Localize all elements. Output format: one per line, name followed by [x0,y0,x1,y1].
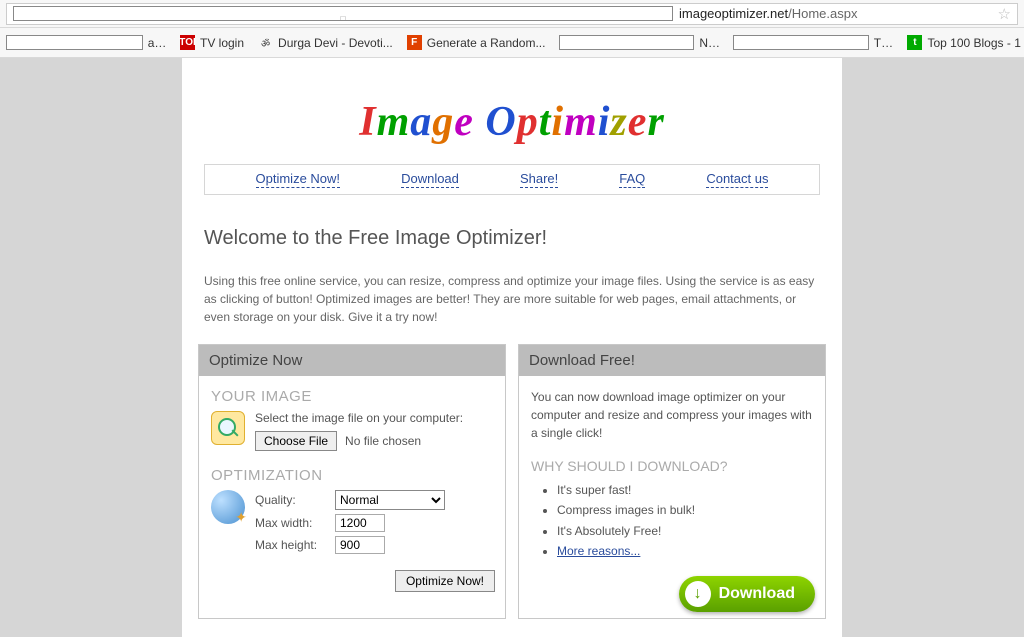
optimization-heading: OPTIMIZATION [211,467,493,484]
optimize-panel-body: YOUR IMAGE Select the image file on your… [199,376,505,570]
bookmark-star-icon[interactable]: ☆ [998,5,1011,23]
quality-label: Quality: [255,493,327,507]
toi-icon: TOI [180,35,195,50]
bookmark-item[interactable]: F Generate a Random... [407,35,546,50]
viewport: Image Optimizer Optimize Now! Download S… [0,58,1024,637]
more-reasons-link[interactable]: More reasons... [557,544,640,558]
reasons-list: It's super fast! Compress images in bulk… [531,480,813,562]
list-item: Compress images in bulk! [557,500,813,520]
list-item: It's super fast! [557,480,813,500]
magnifier-icon [211,411,245,445]
url-path: /Home.aspx [788,6,857,21]
logo-area: Image Optimizer [194,68,830,164]
list-item: More reasons... [557,541,813,561]
download-button-label: Download [719,585,795,603]
nav-faq[interactable]: FAQ [619,171,645,188]
page-icon [559,35,694,50]
f-icon: F [407,35,422,50]
bookmark-item[interactable]: acebook defends ... [6,35,166,50]
bookmark-label: Durga Devi - Devoti... [278,36,393,50]
select-image-text: Select the image file on your computer: [255,411,493,425]
optimize-panel: Optimize Now YOUR IMAGE Select the image… [198,344,506,619]
bookmark-item[interactable]: t Top 100 Blogs - 1 to... [907,35,1024,50]
bookmark-label: Nasdaq filed for $42... [699,36,719,50]
why-download-heading: WHY SHOULD I DOWNLOAD? [531,458,813,474]
nav-optimize-now[interactable]: Optimize Now! [256,171,341,188]
intro-section: Welcome to the Free Image Optimizer! Usi… [194,195,830,344]
bookmarks-bar: acebook defends ... TOI TV login ॐ Durga D… [0,28,1024,58]
optimize-panel-header: Optimize Now [199,345,505,376]
download-panel-body: You can now download image optimizer on … [519,376,825,570]
bookmark-label: TV login [200,36,244,50]
max-width-input[interactable] [335,514,385,532]
bookmark-item[interactable]: The Real News Net... [733,35,893,50]
max-height-input[interactable] [335,536,385,554]
bookmark-label: Top 100 Blogs - 1 to... [927,36,1024,50]
choose-file-button[interactable]: Choose File [255,431,337,451]
optimize-now-button[interactable]: Optimize Now! [395,570,495,592]
your-image-heading: YOUR IMAGE [211,388,493,405]
bookmark-label: The Real News Net... [874,36,894,50]
page-content: Image Optimizer Optimize Now! Download S… [182,58,842,637]
gear-icon [211,490,245,524]
bookmark-label: acebook defends ... [148,36,166,50]
page-icon: □ [13,6,673,21]
intro-text: Using this free online service, you can … [204,272,820,326]
browser-address-bar: □ imageoptimizer.net/Home.aspx ☆ [0,0,1024,28]
quality-select[interactable]: Normal [335,490,445,510]
page-icon [733,35,868,50]
bookmark-item[interactable]: ॐ Durga Devi - Devoti... [258,35,393,50]
nav-download[interactable]: Download [401,171,459,188]
max-width-label: Max width: [255,516,327,530]
optimization-row: Quality: Normal Max width: Max height: [211,490,493,558]
download-panel: Download Free! You can now download imag… [518,344,826,619]
max-height-label: Max height: [255,538,327,552]
panels-row: Optimize Now YOUR IMAGE Select the image… [194,344,830,619]
bookmark-item[interactable]: TOI TV login [180,35,244,50]
main-nav: Optimize Now! Download Share! FAQ Contac… [204,164,820,195]
file-chosen-text: No file chosen [345,434,421,448]
url-input[interactable]: □ imageoptimizer.net/Home.aspx ☆ [6,3,1018,25]
url-text: imageoptimizer.net/Home.aspx [679,6,992,21]
page-icon [6,35,143,50]
your-image-row: Select the image file on your computer: … [211,411,493,451]
download-panel-header: Download Free! [519,345,825,376]
download-text: You can now download image optimizer on … [531,388,813,442]
bookmark-label: Generate a Random... [427,36,546,50]
page-title: Welcome to the Free Image Optimizer! [204,227,820,250]
nav-contact[interactable]: Contact us [706,171,768,188]
antler-icon: ॐ [258,35,273,50]
nav-share[interactable]: Share! [520,171,558,188]
url-host: imageoptimizer.net [679,6,788,21]
download-button[interactable]: ↓ Download [679,576,815,612]
green-icon: t [907,35,922,50]
site-logo: Image Optimizer [359,98,665,146]
list-item: It's Absolutely Free! [557,521,813,541]
bookmark-item[interactable]: Nasdaq filed for $42... [559,35,719,50]
download-arrow-icon: ↓ [685,581,711,607]
